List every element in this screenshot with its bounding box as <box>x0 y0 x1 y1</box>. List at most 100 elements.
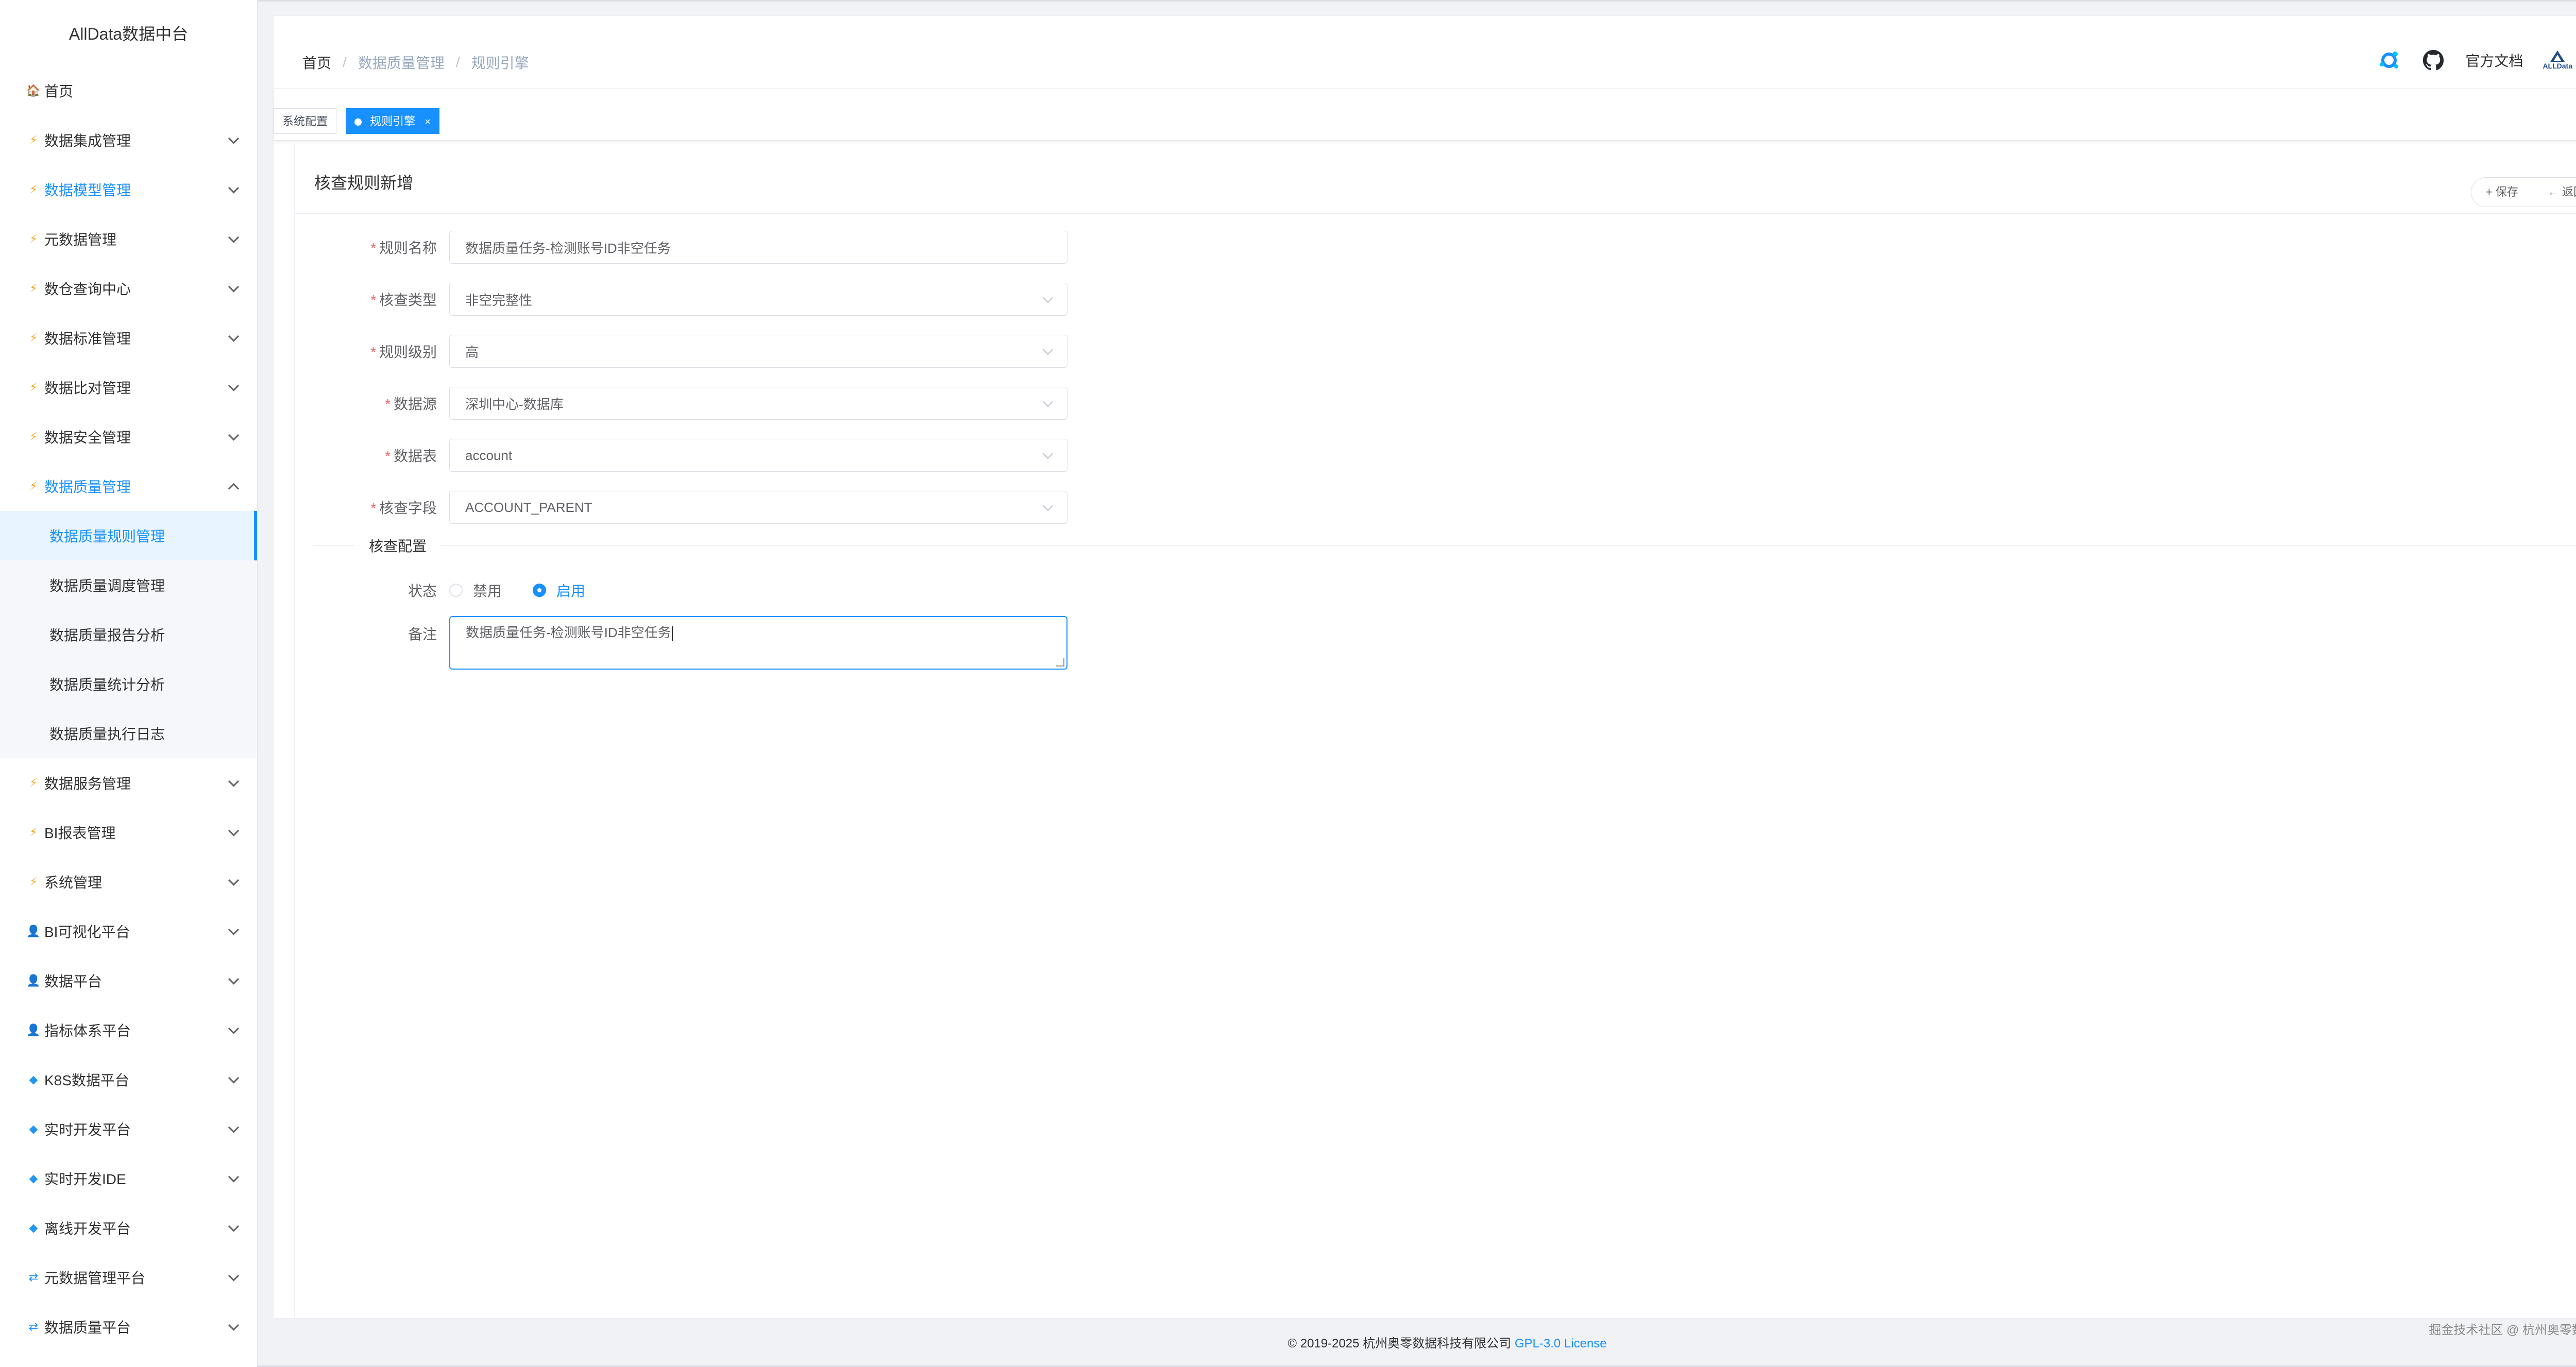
remark-value: 数据质量任务-检测账号ID非空任务 <box>466 625 671 640</box>
required-mark: * <box>370 500 376 516</box>
sidebar-subitem[interactable]: 数据质量报告分析 <box>0 610 257 659</box>
sidebar-subitem[interactable]: 数据质量执行日志 <box>0 709 257 758</box>
avatar[interactable]: ALLData <box>2543 50 2572 70</box>
select-field[interactable]: 高 <box>449 335 1067 368</box>
remark-textarea[interactable]: 数据质量任务-检测账号ID非空任务 <box>449 616 1067 670</box>
sidebar-item-label: 数据比对管理 <box>44 380 131 396</box>
text-input[interactable]: 数据质量任务-检测账号ID非空任务 <box>449 231 1067 264</box>
select-field[interactable]: ACCOUNT_PARENT <box>449 491 1067 524</box>
breadcrumb-separator: / <box>455 54 460 70</box>
sidebar-item[interactable]: ⚡ 数据标准管理 <box>0 313 257 363</box>
save-button[interactable]: + 保存 <box>2470 177 2533 207</box>
active-dot-icon <box>354 118 362 126</box>
form-row: * 核查类型 非空完整性 <box>295 283 1067 316</box>
main-panel: 首页 / 数据质量管理 / 规则引擎 官方文档 ALLData 系统配置 规则引… <box>273 15 2576 1319</box>
form-row: * 数据表 account <box>295 439 1067 472</box>
radio-label: 禁用 <box>473 583 502 599</box>
form-row: * 核查字段 ACCOUNT_PARENT <box>295 491 1067 524</box>
back-button[interactable]: ← 返回 <box>2533 177 2576 207</box>
tag-label: 系统配置 <box>282 115 328 128</box>
sidebar-item[interactable]: ⚡ 元数据管理 <box>0 214 257 264</box>
resize-handle-icon[interactable] <box>1056 658 1064 667</box>
sidebar-item[interactable]: 👤 指标体系平台 <box>0 1005 257 1055</box>
sidebar-item[interactable]: ⚡ 数据质量管理 <box>0 462 257 511</box>
bolt-icon: ⚡ <box>29 133 38 146</box>
sidebar-item-label: 实时开发IDE <box>44 1171 126 1187</box>
radio-enabled[interactable]: 启用 <box>533 580 585 601</box>
sidebar-item-label: 数据质量管理 <box>44 479 131 495</box>
chevron-down-icon <box>228 1320 240 1331</box>
field-value: 数据质量任务-检测账号ID非空任务 <box>465 240 671 256</box>
sidebar-item[interactable]: ◆ 离线开发平台 <box>0 1203 257 1253</box>
sidebar-subitem[interactable]: 数据质量调度管理 <box>0 560 257 610</box>
alldata-logo-icon <box>2550 50 2565 62</box>
footer-copyright: © 2019-2025 杭州奥零数据科技有限公司 GPL-3.0 License <box>1287 1337 1607 1351</box>
tag-system-config[interactable]: 系统配置 <box>274 108 337 134</box>
bolt-icon: ⚡ <box>29 381 38 394</box>
remark-row: 备注 数据质量任务-检测账号ID非空任务 <box>295 616 1067 670</box>
chevron-down-icon <box>228 1023 240 1034</box>
sync-icon: ⇄ <box>28 1271 39 1284</box>
sidebar-item[interactable]: ⚡ 系统管理 <box>0 857 257 907</box>
select-field[interactable]: 非空完整性 <box>449 283 1067 316</box>
sidebar-item[interactable]: ◆ 实时开发平台 <box>0 1104 257 1154</box>
sidebar-item-label: 数据标准管理 <box>44 331 131 347</box>
community-icon[interactable] <box>2377 48 2401 73</box>
navbar-right: 官方文档 ALLData <box>2377 48 2576 73</box>
chevron-down-icon <box>1043 449 1053 459</box>
chevron-down-icon <box>228 973 240 985</box>
chevron-down-icon <box>1043 501 1053 511</box>
radio-disabled[interactable]: 禁用 <box>449 580 502 601</box>
select-field[interactable]: account <box>449 439 1067 472</box>
sidebar-item[interactable]: ⚡ 数据安全管理 <box>0 412 257 462</box>
sidebar-item[interactable]: ⚡ 数据比对管理 <box>0 363 257 412</box>
docs-link[interactable]: 官方文档 <box>2465 50 2523 71</box>
action-buttons: + 保存 ← 返回 <box>2470 177 2576 207</box>
close-icon[interactable]: × <box>425 116 431 128</box>
sidebar-item[interactable]: ⚡ 数仓查询中心 <box>0 264 257 313</box>
sidebar-item[interactable]: ⇄ 数据质量平台 <box>0 1302 257 1352</box>
sidebar-item[interactable]: ⚡ 数据集成管理 <box>0 115 257 165</box>
chevron-down-icon <box>228 430 240 441</box>
sidebar-item[interactable]: ⇄ 元数据管理平台 <box>0 1253 257 1302</box>
bolt-icon: ⚡ <box>29 282 38 295</box>
sidebar-subitem[interactable]: 数据质量规则管理 <box>0 511 257 560</box>
home-icon: 🏠 <box>26 84 41 97</box>
chevron-up-icon <box>228 483 240 494</box>
app-title[interactable]: AllData数据中台 <box>0 0 257 66</box>
breadcrumb-separator: / <box>343 54 347 70</box>
sidebar-item[interactable]: ⚡ 数据模型管理 <box>0 165 257 214</box>
chevron-down-icon <box>228 133 240 144</box>
chevron-down-icon <box>228 1122 240 1133</box>
sidebar-subitem[interactable]: 数据质量统计分析 <box>0 659 257 709</box>
bolt-icon: ⚡ <box>29 331 38 344</box>
chevron-down-icon <box>228 182 240 194</box>
sidebar: AllData数据中台 🏠 首页 ⚡ 数据集成管理 ⚡ 数据模型管理 ⚡ 元数据管理 ⚡ 数仓查询… <box>0 0 258 1367</box>
breadcrumb-home[interactable]: 首页 <box>302 52 331 73</box>
sidebar-item-label: 系统管理 <box>44 875 103 891</box>
required-mark: * <box>370 292 376 308</box>
sidebar-item-label: 元数据管理 <box>44 232 117 248</box>
breadcrumb-item: 规则引擎 <box>471 55 529 71</box>
sidebar-item[interactable]: 👤 数据平台 <box>0 956 257 1005</box>
tag-rule-engine[interactable]: 规则引擎 × <box>346 108 439 134</box>
required-mark: * <box>370 344 376 360</box>
sidebar-item[interactable]: 🏠 首页 <box>0 66 257 115</box>
sidebar-item[interactable]: ⚡ BI报表管理 <box>0 808 257 857</box>
sidebar-item-label: 指标体系平台 <box>44 1023 131 1039</box>
sidebar-item[interactable]: 👤 BI可视化平台 <box>0 907 257 956</box>
license-link[interactable]: GPL-3.0 License <box>1515 1337 1607 1351</box>
sidebar-item[interactable]: ⚡ 数据服务管理 <box>0 758 257 808</box>
sidebar-item-label: 元数据管理平台 <box>44 1270 146 1286</box>
sidebar-item[interactable]: ◆ 实时开发IDE <box>0 1154 257 1203</box>
chevron-down-icon <box>228 776 240 787</box>
github-icon[interactable] <box>2421 48 2446 73</box>
breadcrumb-item: 数据质量管理 <box>358 55 445 71</box>
sidebar-item-label: 数仓查询中心 <box>44 281 131 297</box>
form-row: * 数据源 深圳中心-数据库 <box>295 387 1067 420</box>
text-cursor <box>671 626 673 641</box>
field-label: * 数据表 <box>385 448 437 464</box>
select-field[interactable]: 深圳中心-数据库 <box>449 387 1067 420</box>
required-mark: * <box>385 396 391 412</box>
sidebar-item[interactable]: ◆ K8S数据平台 <box>0 1055 257 1104</box>
